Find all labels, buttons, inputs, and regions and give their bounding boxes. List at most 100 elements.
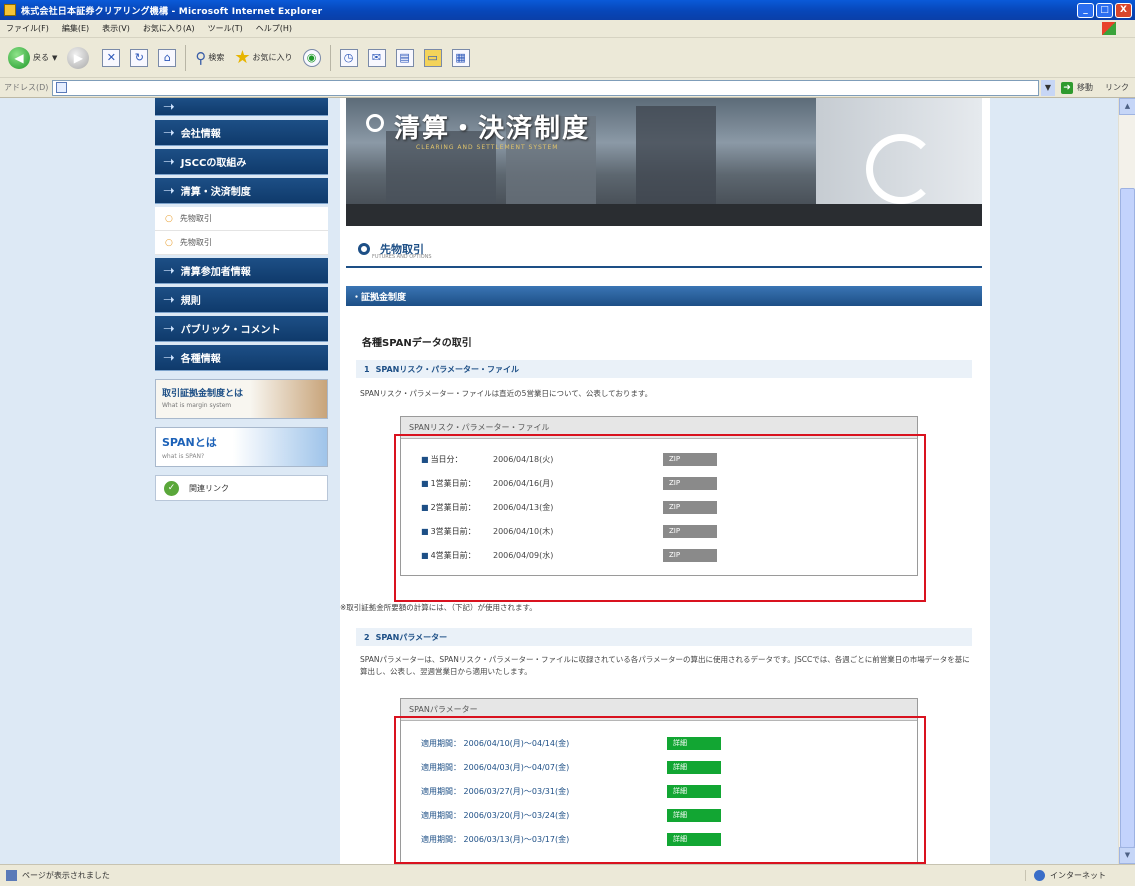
hero-ground (346, 204, 982, 226)
scroll-down-icon[interactable]: ▼ (1119, 847, 1135, 864)
bullet-icon: ○ (165, 213, 173, 224)
search-label: 検索 (208, 53, 225, 62)
back-label: 戻る (33, 53, 49, 62)
favorites-button[interactable]: ★ お気に入り (230, 44, 296, 72)
highlight-box (394, 434, 926, 602)
link-icon: ✓ (164, 480, 179, 496)
nav-item-label: 各種情報 (180, 354, 221, 365)
status-text: ページが表示されました (22, 871, 110, 880)
folder-icon: ▭ (423, 48, 442, 67)
margin-system-banner[interactable]: 取引証拠金制度とは What is margin system (155, 379, 328, 419)
print-button[interactable]: ▤ (392, 44, 418, 72)
history-icon: ◷ (339, 48, 358, 67)
menu-file[interactable]: ファイル(F) (6, 23, 49, 34)
nav-item-rules[interactable]: ➝ 規則 (155, 287, 328, 313)
subnav-item-1[interactable]: ○ 先物取引 (155, 207, 328, 231)
menu-edit[interactable]: 編集(E) (62, 23, 89, 34)
subnav-item-2[interactable]: ○ 先物取引 (155, 231, 328, 255)
links-button[interactable]: リンク (1099, 82, 1135, 93)
menu-help[interactable]: ヘルプ(H) (256, 23, 292, 34)
menu-tools[interactable]: ツール(T) (208, 23, 243, 34)
folder-button[interactable]: ▭ (420, 44, 446, 72)
close-button[interactable]: X (1115, 2, 1132, 18)
scroll-thumb[interactable] (1120, 188, 1135, 848)
nav-item-public-comment[interactable]: ➝ パブリック・コメント (155, 316, 328, 342)
nav-arrow-icon: ➝ (163, 124, 175, 141)
nav-arrow-icon: ➝ (163, 182, 175, 199)
subheading-number: 1 (364, 364, 370, 374)
print-icon: ▤ (395, 48, 414, 67)
toolbar-separator (185, 44, 187, 71)
subnav-label: 先物取引 (179, 214, 212, 223)
mail-button[interactable]: ✉ (364, 44, 390, 72)
nav-item-label: 会社情報 (180, 129, 221, 140)
section-subtitle: FUTURES AND OPTIONS (372, 254, 432, 260)
menu-view[interactable]: 表示(V) (102, 23, 130, 34)
home-button[interactable]: ⌂ (154, 44, 180, 72)
nav-item-jscc[interactable]: ➝ JSCCの取組み (155, 149, 328, 175)
subheading-number: 2 (364, 632, 370, 642)
menu-favorites[interactable]: お気に入り(A) (143, 23, 195, 34)
related-links-button[interactable]: ✓ 関連リンク (155, 475, 328, 501)
nav-item-top[interactable]: ➝ (155, 98, 328, 116)
toolbar-separator (329, 44, 331, 71)
refresh-icon: ↻ (130, 48, 149, 67)
nav-arrow-icon: ➝ (163, 320, 175, 337)
hero-subtitle: CLEARING AND SETTLEMENT SYSTEM (416, 144, 559, 151)
security-zone: インターネット (1025, 870, 1135, 881)
related-links-label: 関連リンク (189, 483, 229, 493)
windows-logo-icon (1102, 22, 1116, 35)
nav-item-label: JSCCの取組み (180, 158, 247, 169)
address-dropdown-icon[interactable]: ▼ (1041, 79, 1055, 96)
messenger-button[interactable]: ▦ (448, 44, 474, 72)
media-button[interactable]: ◉ (299, 44, 325, 72)
banner-title: 取引証拠金制度とは (162, 389, 244, 399)
history-button[interactable]: ◷ (336, 44, 362, 72)
nav-item-clearing[interactable]: ➝ 清算・決済制度 (155, 178, 328, 204)
section-ring-icon (358, 243, 370, 255)
forward-arrow-icon: ▶ (67, 46, 90, 69)
highlight-box (394, 716, 926, 864)
section-title: 先物取引 FUTURES AND OPTIONS (346, 232, 982, 268)
maximize-button[interactable]: □ (1096, 2, 1113, 18)
favorites-label: お気に入り (252, 53, 293, 62)
title-bar: 株式会社日本証券クリアリング機構 - Microsoft Internet Ex… (0, 0, 1135, 20)
search-button[interactable]: ⚲ 検索 (191, 44, 228, 72)
left-navigation: ➝ ➝ 会社情報 ➝ JSCCの取組み ➝ 清算・決済制度 ○ 先物取引 ○ 先物取引 ➝… (155, 98, 328, 864)
back-dropdown-icon[interactable]: ▼ (52, 54, 57, 62)
scroll-up-icon[interactable]: ▲ (1119, 98, 1135, 115)
ie-app-icon (4, 4, 16, 16)
jscc-logo-icon (866, 134, 936, 204)
nav-item-label: 清算参加者情報 (180, 267, 251, 278)
go-arrow-icon: ➜ (1061, 81, 1073, 94)
forward-button[interactable]: ▶ (63, 44, 96, 72)
favorites-star-icon: ★ (234, 47, 251, 68)
back-arrow-icon: ◀ (8, 46, 30, 69)
nav-arrow-icon: ➝ (163, 153, 175, 170)
margin-system-bar: ・証拠金制度 (346, 286, 982, 306)
go-label: 移動 (1077, 83, 1093, 92)
stop-button[interactable]: ✕ (98, 44, 124, 72)
banner-subtitle: What is margin system (162, 402, 232, 409)
margin-note: ※取引証拠金所要額の計算には、（下記）が使用されます。 (340, 603, 537, 612)
refresh-button[interactable]: ↻ (126, 44, 152, 72)
back-button[interactable]: ◀ 戻る ▼ (4, 44, 61, 72)
vertical-scrollbar[interactable]: ▲ ▼ (1118, 98, 1135, 864)
minimize-button[interactable]: _ (1077, 2, 1094, 18)
address-input[interactable] (52, 79, 1039, 96)
status-bar: ページが表示されました インターネット (0, 864, 1135, 886)
nav-item-company[interactable]: ➝ 会社情報 (155, 120, 328, 146)
span-banner[interactable]: SPANとは what is SPAN? (155, 427, 328, 467)
home-icon: ⌂ (158, 48, 177, 67)
banner-title: SPANとは (162, 436, 217, 449)
page-viewport: ➝ ➝ 会社情報 ➝ JSCCの取組み ➝ 清算・決済制度 ○ 先物取引 ○ 先物取引 ➝… (0, 98, 1135, 864)
internet-globe-icon (1034, 870, 1045, 881)
nav-item-participants[interactable]: ➝ 清算参加者情報 (155, 258, 328, 284)
hero-image: 清算・決済制度 CLEARING AND SETTLEMENT SYSTEM (346, 98, 982, 226)
subheading-title: SPANリスク・パラメーター・ファイル (375, 364, 519, 374)
go-button[interactable]: ➜ 移動 (1055, 81, 1099, 94)
window-title: 株式会社日本証券クリアリング機構 - Microsoft Internet Ex… (21, 6, 323, 17)
nav-item-info[interactable]: ➝ 各種情報 (155, 345, 328, 371)
title-ring-icon (366, 114, 384, 132)
media-icon: ◉ (302, 48, 321, 67)
